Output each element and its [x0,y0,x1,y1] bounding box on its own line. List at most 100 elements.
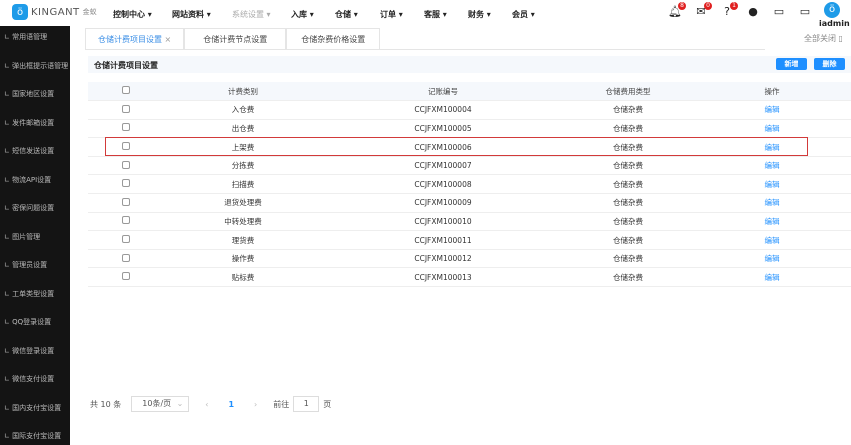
row-checkbox[interactable] [121,123,130,132]
edit-link[interactable]: 编辑 [765,217,780,226]
username[interactable]: iadmin [819,19,850,28]
row-checkbox[interactable] [121,216,130,225]
account-code-cell: CCJFXM100005 [323,119,563,139]
sidebar-item[interactable]: ∟ 图片管理 [4,232,70,242]
category-cell: 贴标费 [163,267,323,288]
bell-icon[interactable]: 🔔︎ 8 [668,2,686,19]
tab-billing-nodes[interactable]: 仓储计费节点设置 [184,28,287,49]
close-all-button[interactable]: 全部关闭 ▯ [804,33,843,44]
sidebar-item[interactable]: ∟ 国家地区设置 [4,89,70,99]
logo[interactable]: ö KINGANT 金蚁 [12,4,97,20]
table-row: 入仓费 CCJFXM100004 仓储杂费 编辑 [88,100,851,120]
close-icon[interactable]: × [165,35,172,44]
sidebar-item[interactable]: ∟ 物流API设置 [4,175,70,185]
edit-link[interactable]: 编辑 [765,198,780,207]
top-nav-bar: ö KINGANT 金蚁 控制中心 ▾ 网站资料 ▾ 系统设置 ▾ 入库 ▾ 仓… [0,0,851,28]
sidebar: ∟ 常用语管理 ∟ 弹出框提示语管理 ∟ 国家地区设置 ∟ 发件邮箱设置 ∟ 短信发送设… [0,26,70,445]
page-1[interactable]: 1 [228,400,234,409]
sidebar-item[interactable]: ∟ 微信登录设置 [4,346,70,356]
table-row: 分拣费 CCJFXM100007 仓储杂费 编辑 [88,156,851,176]
row-checkbox[interactable] [121,197,130,206]
globe-icon[interactable]: ● [746,5,760,19]
row-checkbox[interactable] [121,253,130,262]
table-row: 理货费 CCJFXM100011 仓储杂费 编辑 [88,230,851,250]
sidebar-item[interactable]: ∟ 微信支付设置 [4,374,70,384]
sidebar-item[interactable]: ∟ 国际支付宝设置 [4,431,70,441]
tab-misc-prices[interactable]: 仓储杂费价格设置 [286,28,381,49]
sidebar-item[interactable]: ∟ 短信发送设置 [4,146,70,156]
add-button[interactable]: 新增 [776,58,807,70]
row-checkbox[interactable] [121,179,130,188]
sidebar-item[interactable]: ∟ 工单类型设置 [4,289,70,299]
tab-billing-items[interactable]: 仓储计费项目设置 × [85,28,185,49]
nav-warehouse[interactable]: 仓储 ▾ [335,9,358,20]
row-checkbox[interactable] [121,160,130,169]
nav-inbound[interactable]: 入库 ▾ [291,9,314,20]
edit-link[interactable]: 编辑 [765,161,780,170]
account-code-cell: CCJFXM100011 [323,230,563,250]
nav-site-data[interactable]: 网站资料 ▾ [172,9,211,20]
nav-finance[interactable]: 财务 ▾ [468,9,491,20]
edit-link[interactable]: 编辑 [765,236,780,245]
fee-type-cell: 仓储杂费 [563,100,693,120]
fee-type-cell: 仓储杂费 [563,156,693,176]
account-code-cell: CCJFXM100004 [323,100,563,120]
fee-type-cell: 仓储杂费 [563,212,693,232]
account-code-cell: CCJFXM100012 [323,249,563,269]
screen-icon[interactable]: ▭ [772,5,786,19]
category-cell: 出仓费 [163,119,323,139]
sidebar-item[interactable]: ∟ 发件邮箱设置 [4,118,70,128]
screen-cast-icon[interactable]: ▭ [798,5,812,19]
col-fee-type: 仓储费用类型 [563,82,693,102]
select-all-checkbox[interactable] [121,86,130,95]
sidebar-item[interactable]: ∟ 国内支付宝设置 [4,403,70,413]
sidebar-item[interactable]: ∟ 管理员设置 [4,260,70,270]
fee-type-cell: 仓储杂费 [563,249,693,269]
nav-customer-service[interactable]: 客服 ▾ [424,9,447,20]
account-code-cell: CCJFXM100013 [323,267,563,288]
table-row: 退货处理费 CCJFXM100009 仓储杂费 编辑 [88,193,851,213]
nav-control-center[interactable]: 控制中心 ▾ [113,9,152,20]
row-checkbox[interactable] [121,272,130,281]
category-cell: 入仓费 [163,100,323,120]
prev-page-button[interactable]: ‹ [205,400,208,409]
logo-icon: ö [12,4,28,20]
delete-button[interactable]: 删除 [814,58,845,70]
category-cell: 中转处理费 [163,212,323,232]
category-cell: 操作费 [163,249,323,269]
nav-orders[interactable]: 订单 ▾ [380,9,403,20]
page-size-select[interactable]: 10条/页 ⌄ [131,396,190,412]
account-code-cell: CCJFXM100010 [323,212,563,232]
fee-type-cell: 仓储杂费 [563,174,693,195]
page-title: 仓储计费项目设置 [94,61,158,70]
edit-link[interactable]: 编辑 [765,124,780,133]
next-page-button[interactable]: › [254,400,257,409]
row-checkbox[interactable] [121,104,130,113]
sidebar-item[interactable]: ∟ 常用语管理 [4,32,70,42]
fee-type-cell: 仓储杂费 [563,193,693,213]
fee-type-cell: 仓储杂费 [563,267,693,288]
col-actions: 操作 [693,82,851,102]
chevron-down-icon: ⌄ [176,399,184,408]
sidebar-item[interactable]: ∟ 密保问题设置 [4,203,70,213]
edit-link[interactable]: 编辑 [765,180,780,189]
edit-link[interactable]: 编辑 [765,273,780,282]
goto-page-input[interactable]: 1 [293,396,320,412]
table-row: 中转处理费 CCJFXM100010 仓储杂费 编辑 [88,212,851,232]
nav-members[interactable]: 会员 ▾ [512,9,535,20]
help-icon[interactable]: ? 1 [720,2,738,19]
avatar[interactable]: ö [824,2,840,18]
fee-type-cell: 仓储杂费 [563,230,693,250]
edit-link[interactable]: 编辑 [765,105,780,114]
table-row: 扫描费 CCJFXM100008 仓储杂费 编辑 [88,174,851,195]
sidebar-item[interactable]: ∟ 弹出框提示语管理 [4,61,70,71]
table-row: 出仓费 CCJFXM100005 仓储杂费 编辑 [88,119,851,139]
sidebar-item[interactable]: ∟ QQ登录设置 [4,317,70,327]
row-checkbox[interactable] [121,235,130,244]
message-icon[interactable]: ✉︎ 0 [694,2,712,19]
category-cell: 退货处理费 [163,193,323,213]
account-code-cell: CCJFXM100008 [323,174,563,195]
nav-system-settings[interactable]: 系统设置 ▾ [232,9,271,20]
edit-link[interactable]: 编辑 [765,254,780,263]
billing-items-table: 计费类别 记账编号 仓储费用类型 操作 入仓费 CCJFXM100004 仓储杂… [88,82,851,288]
